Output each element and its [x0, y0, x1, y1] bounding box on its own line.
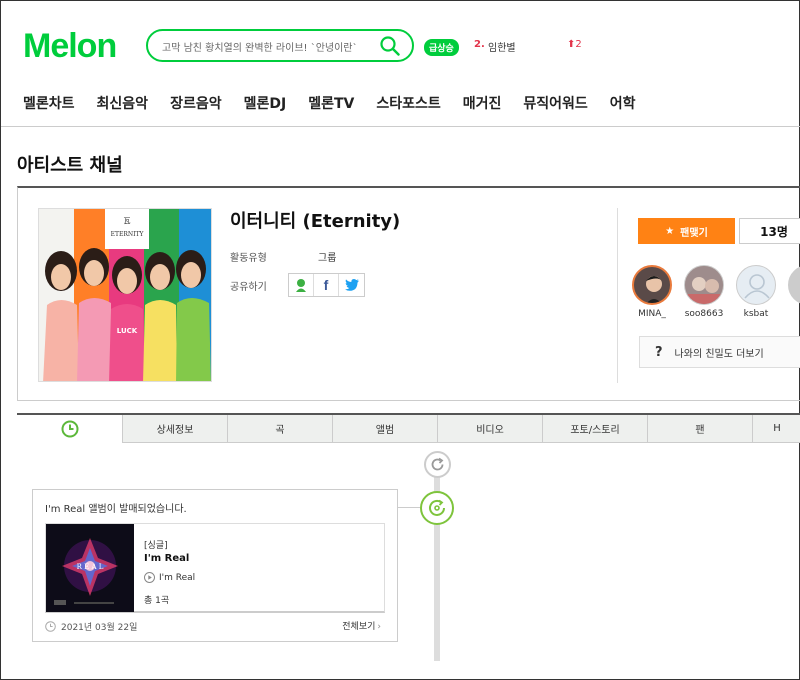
refresh-icon: [431, 457, 444, 471]
tab-more[interactable]: H: [752, 415, 800, 443]
nav-item-magazine[interactable]: 매거진: [463, 93, 502, 113]
tab-photo-story[interactable]: 포토/스토리: [542, 415, 647, 443]
fan-item[interactable]: fuh: [786, 265, 800, 319]
star-icon: ★: [665, 225, 675, 237]
nav-item-starpost[interactable]: 스타포스트: [376, 93, 440, 113]
nav-item-genre[interactable]: 장르음악: [170, 93, 222, 113]
tab-detail[interactable]: 상세정보: [122, 415, 227, 443]
tab-songs[interactable]: 곡: [227, 415, 332, 443]
tab-video[interactable]: 비디오: [437, 415, 542, 443]
timeline-card: I'm Real 앨범이 발매되었습니다. R E A L [싱글] I'm R…: [32, 489, 398, 642]
svg-text:ETERNITY: ETERNITY: [111, 231, 145, 238]
release-date: 2021년 03월 22일: [45, 620, 137, 633]
share-label: 공유하기: [230, 282, 267, 293]
hot-rank-keyword[interactable]: 임한별: [488, 39, 516, 54]
hot-rank-number: 2.: [474, 39, 485, 50]
artist-photo[interactable]: 瓦 ETERNITY LUCK: [38, 208, 212, 382]
refresh-button[interactable]: [424, 451, 451, 478]
closeness-button[interactable]: ? 나와의 친밀도 더보기: [639, 336, 800, 368]
artist-box-divider: [617, 208, 618, 383]
artist-info-box: 瓦 ETERNITY LUCK 이터니티 (Eternity) 활동유형 그룹 …: [17, 186, 800, 401]
search-icon[interactable]: [380, 36, 400, 56]
play-icon[interactable]: [144, 572, 155, 583]
main-nav: 멜론차트 최신음악 장르음악 멜론DJ 멜론TV 스타포스트 매거진 뮤직어워드…: [23, 93, 658, 113]
tab-fans[interactable]: 팬: [647, 415, 752, 443]
hot-rank-change: ⬆2: [567, 39, 582, 50]
album-type: [싱글]: [144, 541, 168, 551]
nav-item-tv[interactable]: 멜론TV: [308, 93, 354, 113]
avatar: [684, 265, 724, 305]
activity-type-value: 그룹: [318, 253, 337, 264]
tab-albums[interactable]: 앨범: [332, 415, 437, 443]
fan-count: 13명: [739, 218, 800, 244]
page-title: 아티스트 채널: [17, 155, 123, 176]
nav-item-music-award[interactable]: 뮤직어워드: [523, 93, 587, 113]
fan-item[interactable]: MINA_: [630, 265, 674, 319]
track-total: 총 1곡: [144, 596, 170, 606]
activity-type-label: 활동유형: [230, 253, 267, 264]
clock-icon: [45, 621, 56, 632]
timeline-message: I'm Real 앨범이 발매되었습니다.: [45, 504, 187, 515]
hot-badge: 급상승: [424, 39, 459, 56]
search-box[interactable]: 고막 남친 황치열의 완벽한 라이브! `안녕이란`: [146, 29, 414, 62]
svg-text:R E A L: R E A L: [77, 563, 104, 571]
nav-divider: [1, 126, 800, 127]
user-icon: [736, 265, 776, 305]
track-title: I'm Real: [159, 572, 196, 583]
view-all-link[interactable]: 전체보기 ›: [342, 619, 381, 632]
melon-logo[interactable]: Melon: [23, 27, 117, 66]
nav-item-new-music[interactable]: 최신음악: [97, 93, 149, 113]
search-input[interactable]: 고막 남친 황치열의 완벽한 라이브! `안녕이란`: [162, 39, 358, 54]
fan-button[interactable]: ★ 팬맺기: [638, 218, 735, 244]
clock-icon: [61, 420, 78, 438]
timeline-connector: [398, 507, 420, 508]
facebook-icon[interactable]: f: [314, 274, 339, 296]
nav-item-language[interactable]: 어학: [610, 93, 636, 113]
fan-item[interactable]: ksbat: [734, 265, 778, 319]
tab-timeline[interactable]: [17, 415, 122, 443]
fan-item[interactable]: soo8663: [682, 265, 726, 319]
question-icon: ?: [655, 344, 663, 360]
track-item[interactable]: I'm Real: [144, 572, 195, 583]
timeline-node: [420, 491, 454, 525]
share-buttons: f: [288, 273, 365, 297]
chevron-right-icon: ›: [377, 622, 381, 632]
kakao-icon[interactable]: [289, 274, 314, 296]
artist-name: 이터니티 (Eternity): [230, 211, 401, 232]
artist-tabs: 상세정보 곡 앨범 비디오 포토/스토리 팬 H: [17, 413, 800, 443]
album-title[interactable]: I'm Real: [144, 553, 189, 564]
svg-text:LUCK: LUCK: [117, 327, 138, 335]
nav-item-chart[interactable]: 멜론차트: [23, 93, 75, 113]
album-box[interactable]: R E A L [싱글] I'm Real I'm Real 총 1곡: [45, 523, 385, 613]
nav-item-dj[interactable]: 멜론DJ: [244, 93, 287, 113]
avatar: [632, 265, 672, 305]
album-release-icon: [429, 499, 445, 516]
avatar: [788, 265, 800, 305]
twitter-icon[interactable]: [339, 274, 364, 296]
album-cover[interactable]: R E A L: [46, 524, 134, 612]
svg-text:瓦: 瓦: [124, 217, 131, 225]
